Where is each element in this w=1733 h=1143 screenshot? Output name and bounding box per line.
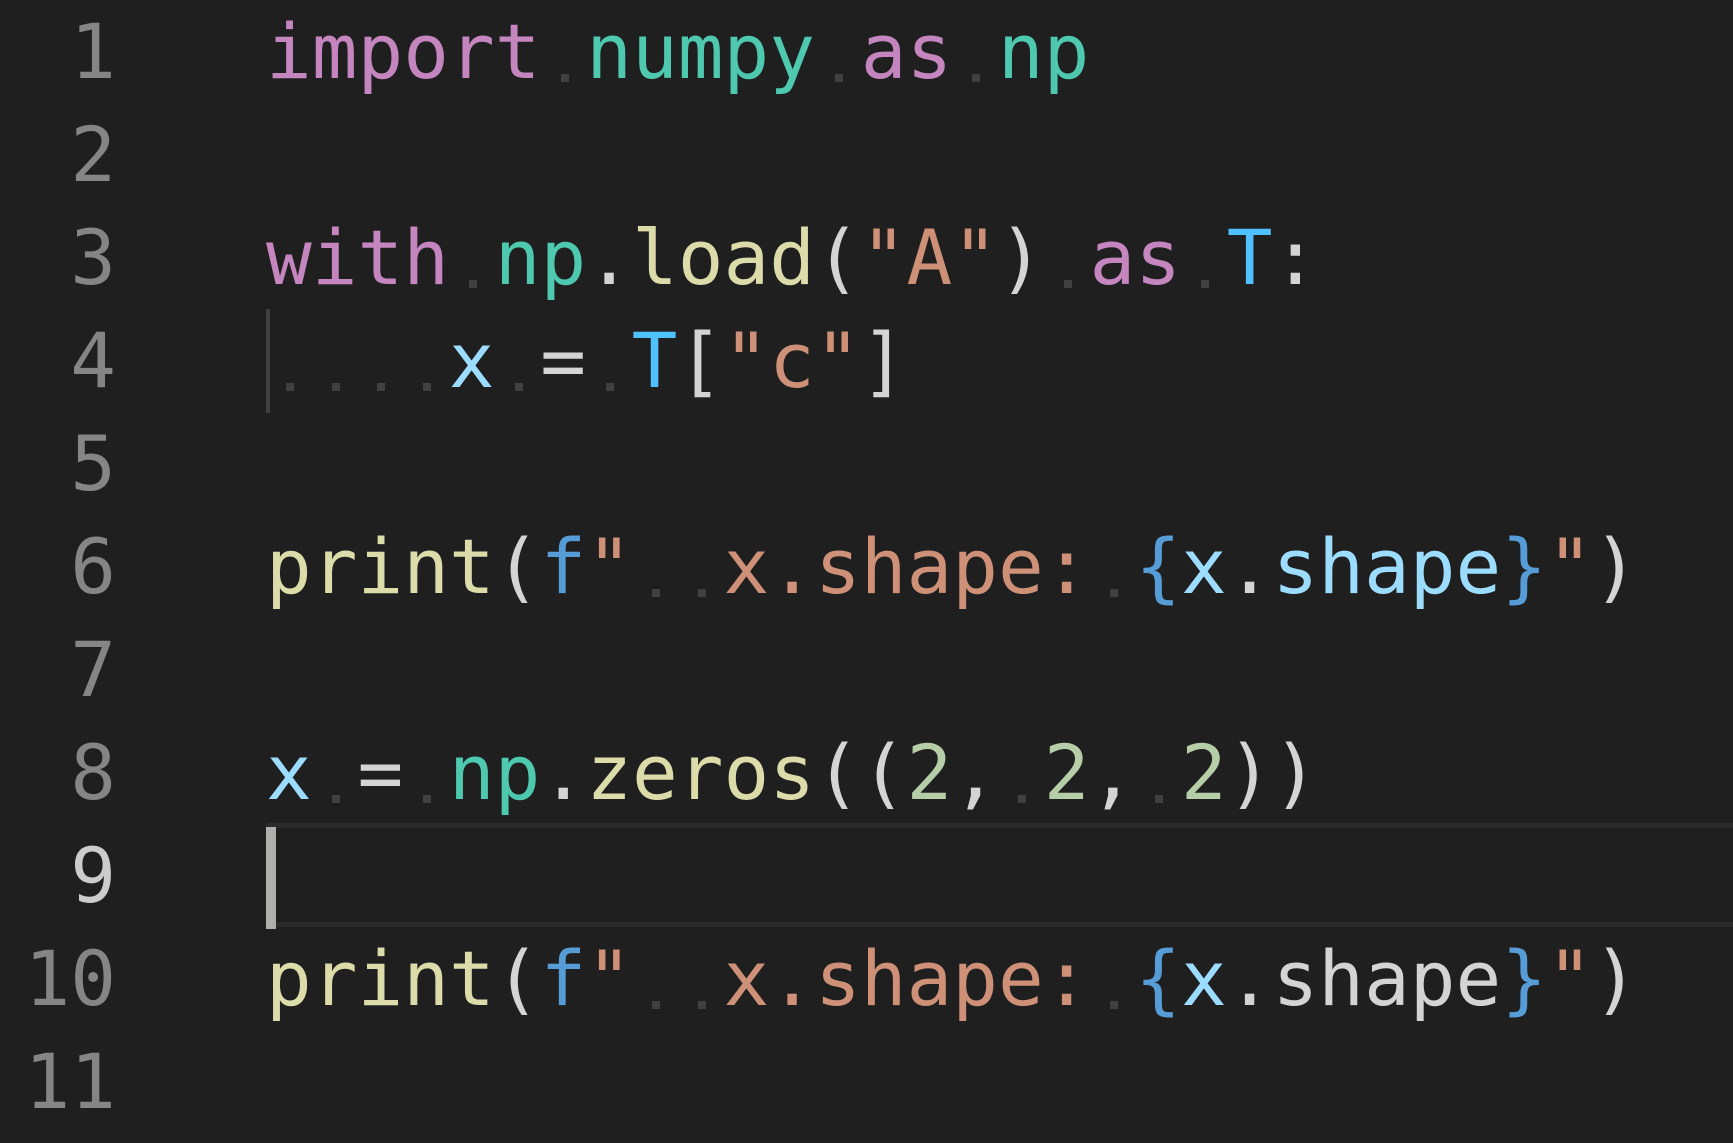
line-content[interactable]: print(f" x.shape: {x.shape}") <box>266 927 1639 1031</box>
token: ) <box>1592 522 1639 611</box>
token: as <box>1089 213 1182 302</box>
token: print <box>266 522 495 611</box>
token: . <box>1226 522 1273 611</box>
line-number: 3 <box>70 213 116 302</box>
token: , <box>1089 728 1136 817</box>
token: as <box>860 7 953 96</box>
token: np <box>494 213 587 302</box>
line-number: 6 <box>70 522 116 611</box>
token: ( <box>815 213 861 302</box>
token: : <box>1272 213 1319 302</box>
line-content[interactable]: print(f" x.shape: {x.shape}") <box>266 515 1639 619</box>
token: ( <box>494 522 541 611</box>
line-number: 4 <box>70 316 116 405</box>
token: x <box>1180 934 1227 1023</box>
code-line[interactable]: 10 print(f" x.shape: {x.shape}") <box>0 927 1733 1031</box>
token: .shape <box>1226 934 1502 1023</box>
token: = <box>357 728 404 817</box>
token: 2 <box>1043 728 1090 817</box>
token: " <box>586 522 633 611</box>
token: shape <box>1272 522 1502 611</box>
token: x.shape: <box>723 522 1090 611</box>
token: " <box>1547 934 1593 1023</box>
token: "c" <box>723 316 861 405</box>
token: [ <box>677 316 724 405</box>
token: , <box>952 728 999 817</box>
token: ] <box>860 316 907 405</box>
token: ) <box>1592 934 1639 1023</box>
token: numpy <box>586 7 816 96</box>
token: " <box>1547 522 1593 611</box>
line-number: 1 <box>70 7 116 96</box>
token: . <box>540 728 587 817</box>
token: } <box>1501 934 1548 1023</box>
line-content[interactable]: with np.load("A") as T: <box>266 206 1318 310</box>
code-line[interactable]: 5 <box>0 412 1733 516</box>
line-number: 5 <box>70 419 116 508</box>
code-line-current[interactable]: 9 <box>0 824 1733 928</box>
token: x.shape: <box>723 934 1090 1023</box>
token: )) <box>1226 728 1319 817</box>
line-number: 2 <box>70 110 116 199</box>
code-line[interactable]: 7 <box>0 618 1733 722</box>
token: with <box>266 213 450 302</box>
line-number: 9 <box>70 831 116 920</box>
line-content[interactable]: x = T["c"] <box>266 309 906 413</box>
token: (( <box>814 728 907 817</box>
text-cursor <box>266 827 276 929</box>
code-line[interactable]: 6 print(f" x.shape: {x.shape}") <box>0 515 1733 619</box>
token: " <box>586 934 633 1023</box>
token: x <box>1180 522 1227 611</box>
line-content[interactable]: x = np.zeros((2, 2, 2)) <box>266 721 1318 825</box>
code-line[interactable]: 8 x = np.zeros((2, 2, 2)) <box>0 721 1733 825</box>
line-number: 8 <box>70 728 116 817</box>
token: T <box>1226 213 1273 302</box>
token: x <box>448 316 495 405</box>
code-line[interactable]: 1 import numpy as np <box>0 0 1733 104</box>
code-line[interactable]: 4 x = T["c"] <box>0 309 1733 413</box>
token: "A" <box>860 213 999 302</box>
token: { <box>1135 934 1181 1023</box>
code-line[interactable]: 3 with np.load("A") as T: <box>0 206 1733 310</box>
token: f <box>540 934 587 1023</box>
token: ( <box>494 934 541 1023</box>
token: 2 <box>1180 728 1227 817</box>
code-editor[interactable]: 1 import numpy as np 2 3 with np.load("A") as… <box>0 0 1733 1143</box>
token: . <box>586 213 632 302</box>
token: 2 <box>906 728 953 817</box>
code-line[interactable]: 11 <box>0 1030 1733 1134</box>
token: } <box>1501 522 1548 611</box>
code-line[interactable]: 2 <box>0 103 1733 207</box>
token: T <box>631 316 678 405</box>
token: load <box>632 213 816 302</box>
token: x <box>266 728 312 817</box>
line-number: 7 <box>70 625 116 714</box>
token: = <box>540 316 586 405</box>
token: ) <box>998 213 1044 302</box>
token: f <box>540 522 587 611</box>
line-number: 11 <box>24 1037 116 1126</box>
token: zeros <box>586 728 815 817</box>
token: np <box>997 7 1090 96</box>
line-content[interactable]: import numpy as np <box>266 0 1089 104</box>
line-number: 10 <box>24 934 116 1023</box>
token: import <box>266 7 541 96</box>
token: np <box>448 728 541 817</box>
token: { <box>1135 522 1181 611</box>
token: print <box>266 934 495 1023</box>
